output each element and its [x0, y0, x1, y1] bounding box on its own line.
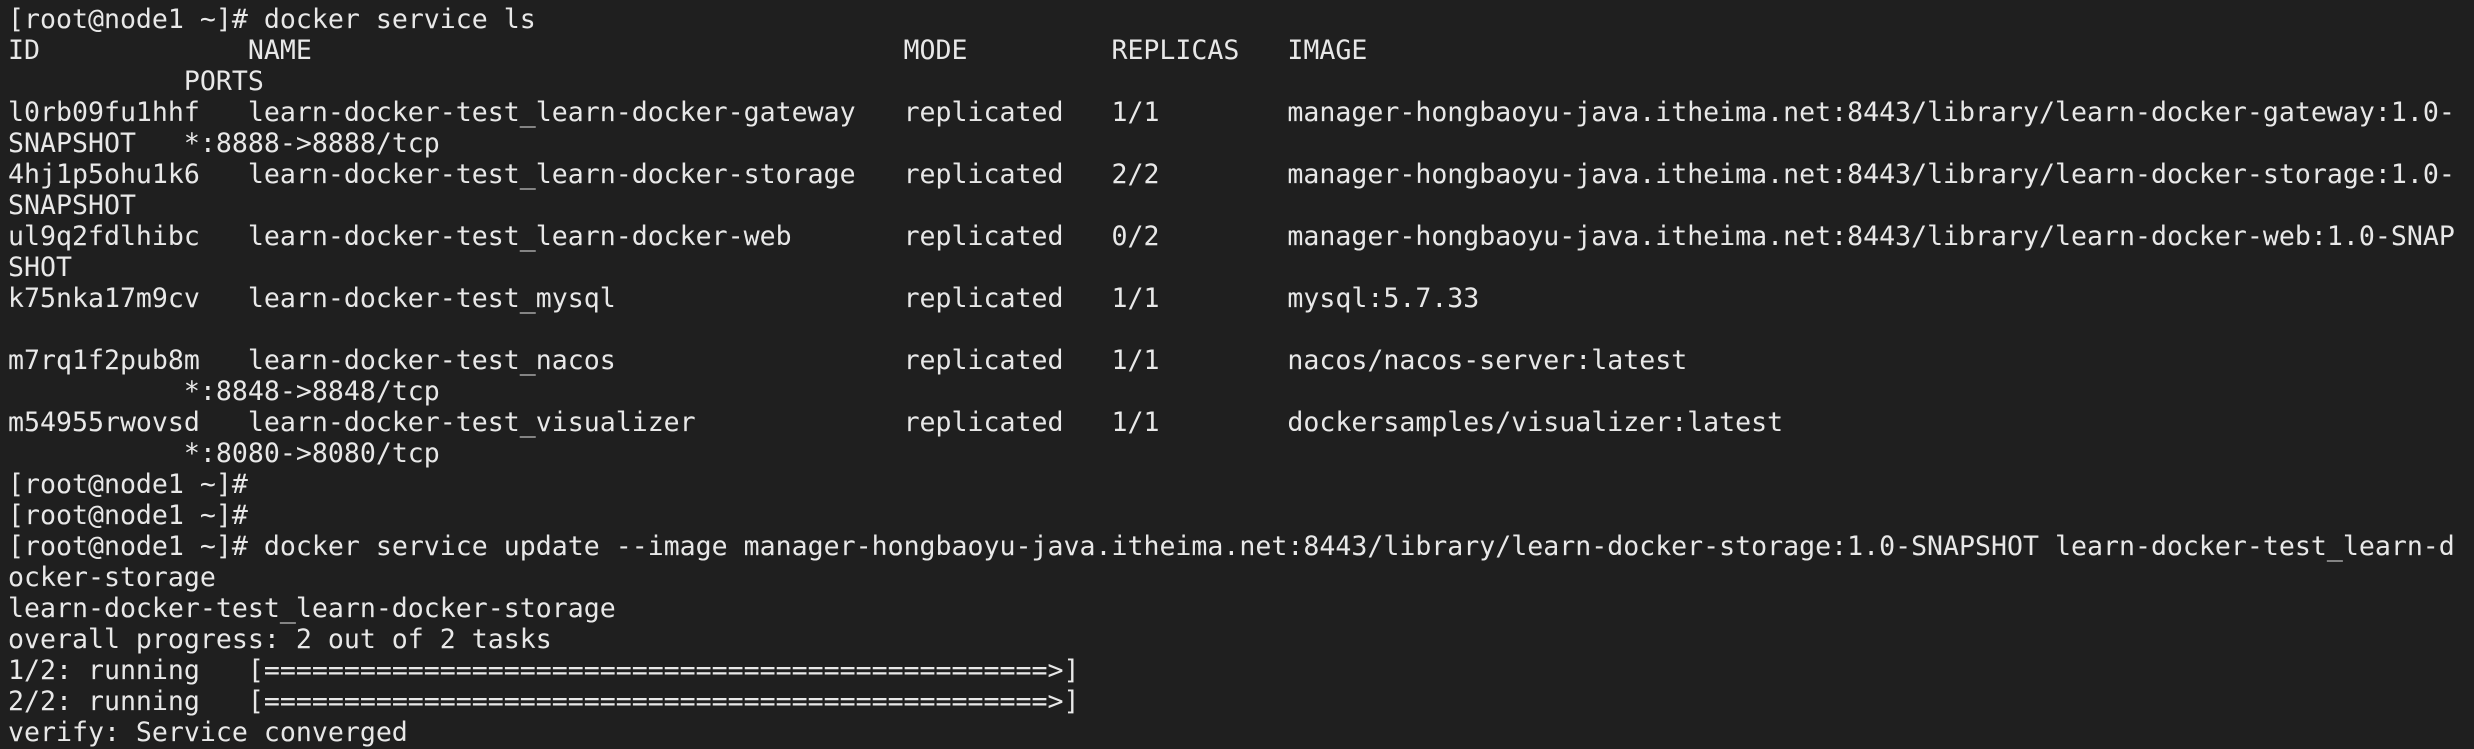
table-row: m54955rwovsd learn-docker-test_visualize… [8, 407, 2456, 469]
cell-name: learn-docker-test_learn-docker-storage [247, 159, 904, 190]
shell-prompt: [root@node1 ~]# [8, 4, 248, 35]
cell-replicas: 1/1 [1111, 407, 1288, 438]
table-row: l0rb09fu1hhf learn-docker-test_learn-doc… [8, 97, 2456, 159]
command-text: docker service ls [263, 4, 536, 35]
task-progress-bar: [=======================================… [247, 686, 1080, 717]
cell-mode: replicated [903, 345, 1112, 376]
cell-id: m7rq1f2pub8m [8, 345, 248, 376]
table-row: m7rq1f2pub8m learn-docker-test_nacos rep… [8, 345, 2456, 407]
task-progress-line: 1/2: running [==========================… [8, 655, 2456, 686]
cell-id: m54955rwovsd [8, 407, 248, 438]
task-progress-list: 1/2: running [==========================… [8, 655, 2456, 717]
empty-prompts: [root@node1 ~]# [root@node1 ~]# [8, 469, 2456, 531]
cell-mode: replicated [903, 283, 1112, 314]
verify-status: verify: Service converged [8, 717, 408, 748]
cell-name: learn-docker-test_nacos [247, 345, 904, 376]
task-progress-bar: [=======================================… [247, 655, 1080, 686]
cell-id: k75nka17m9cv [8, 283, 248, 314]
table-row: k75nka17m9cv learn-docker-test_mysql rep… [8, 283, 2456, 345]
table-row: ul9q2fdlhibc learn-docker-test_learn-doc… [8, 221, 2456, 283]
table-header: ID NAME MODE REPLICAS IMAGE PORTS [8, 35, 2455, 97]
cell-ports: *:8080->8080/tcp [183, 438, 440, 469]
cell-mode: replicated [903, 159, 1112, 190]
cell-replicas: 0/2 [1111, 221, 1288, 252]
cell-ports: *:8888->8888/tcp [183, 128, 440, 159]
cell-id: ul9q2fdlhibc [8, 221, 248, 252]
command-line-service-ls: [root@node1 ~]# docker service ls [8, 4, 2456, 35]
task-status-label: 2/2: running [8, 686, 248, 717]
cell-mode: replicated [903, 221, 1112, 252]
cell-id: l0rb09fu1hhf [8, 97, 248, 128]
cell-name: learn-docker-test_learn-docker-gateway [247, 97, 904, 128]
command-line-service-update: [root@node1 ~]# docker service update --… [8, 531, 2456, 593]
table-row: 4hj1p5ohu1k6 learn-docker-test_learn-doc… [8, 159, 2456, 221]
empty-prompt-line: [root@node1 ~]# [8, 469, 248, 500]
shell-prompt: [root@node1 ~]# [8, 531, 248, 562]
cell-name: learn-docker-test_learn-docker-web [247, 221, 904, 252]
cell-mode: replicated [903, 97, 1112, 128]
service-table: ID NAME MODE REPLICAS IMAGE PORTS l0rb09… [8, 35, 2456, 469]
table-rows: l0rb09fu1hhf learn-docker-test_learn-doc… [8, 97, 2456, 469]
cell-ports: *:8848->8848/tcp [183, 376, 440, 407]
command-text: docker service update --image manager-ho… [8, 531, 2455, 593]
cell-name: learn-docker-test_visualizer [247, 407, 904, 438]
task-status-label: 1/2: running [8, 655, 248, 686]
cell-replicas: 1/1 [1111, 97, 1288, 128]
cell-replicas: 1/1 [1111, 345, 1288, 376]
cell-id: 4hj1p5ohu1k6 [8, 159, 248, 190]
cell-name: learn-docker-test_mysql [247, 283, 904, 314]
updated-service-name: learn-docker-test_learn-docker-storage [8, 593, 616, 624]
overall-progress: overall progress: 2 out of 2 tasks [8, 624, 552, 655]
cell-replicas: 2/2 [1111, 159, 1288, 190]
cell-replicas: 1/1 [1111, 283, 1288, 314]
empty-prompt-line: [root@node1 ~]# [8, 500, 248, 531]
terminal-window[interactable]: [root@node1 ~]# docker service ls ID NAM… [8, 4, 2456, 748]
task-progress-line: 2/2: running [==========================… [8, 686, 2456, 717]
cell-mode: replicated [903, 407, 1112, 438]
